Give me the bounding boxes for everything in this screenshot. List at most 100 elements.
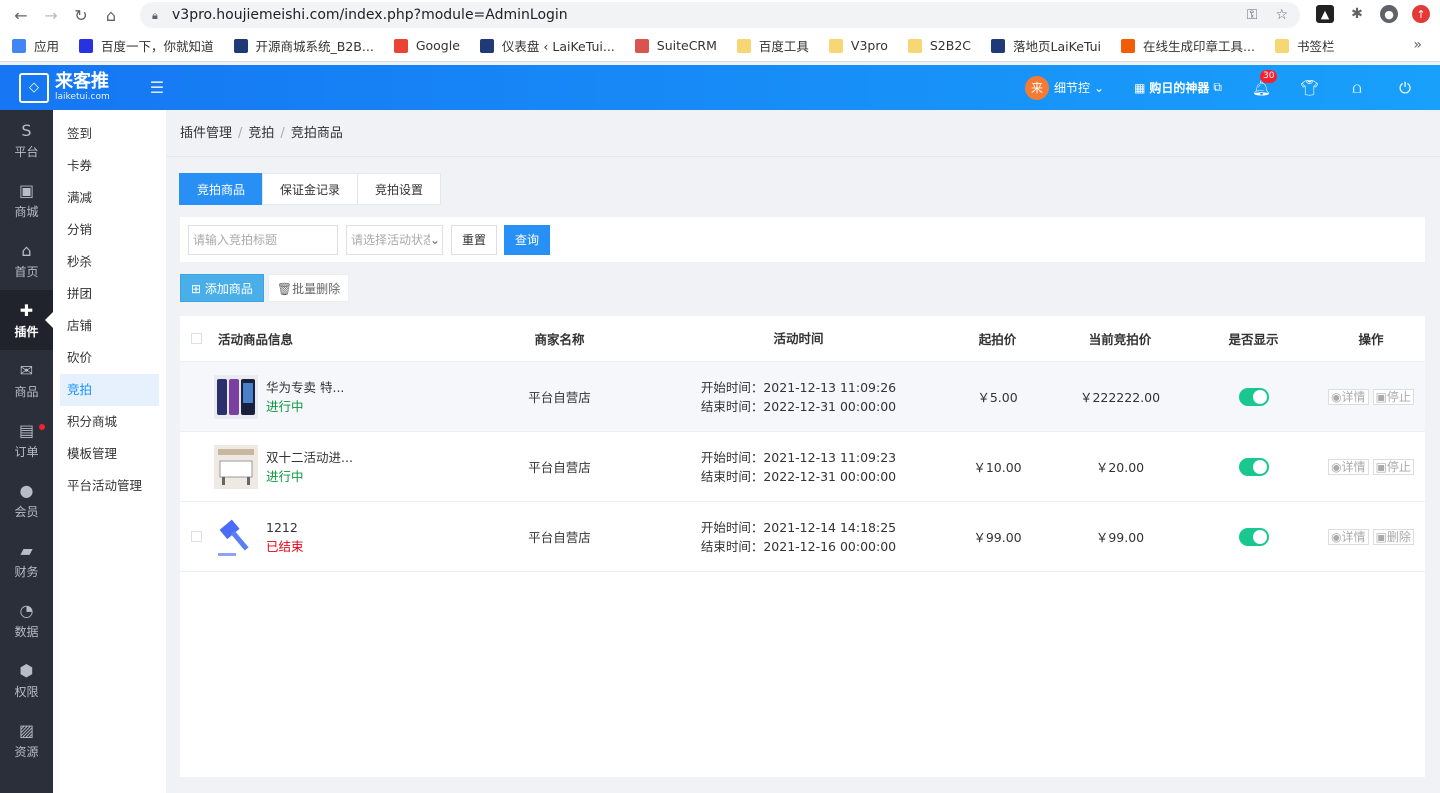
- bookmark-icon: [393, 38, 408, 53]
- tab-auction-settings[interactable]: 竞拍设置: [357, 173, 442, 205]
- profile-icon[interactable]: ●: [1380, 5, 1398, 23]
- sub-menu-item[interactable]: 积分商城: [60, 406, 159, 438]
- bookmark-item[interactable]: 在线生成印章工具...: [1121, 36, 1255, 55]
- bookmark-item[interactable]: Google: [393, 38, 460, 53]
- bookmark-item[interactable]: 仪表盘 ‹ LaiKeTui...: [479, 36, 615, 55]
- title-input[interactable]: 请输入竞拍标题: [188, 224, 338, 255]
- home-icon[interactable]: ⌂: [100, 4, 122, 26]
- bookmark-label: V3pro: [850, 38, 888, 53]
- select-all-checkbox[interactable]: [190, 333, 202, 344]
- shop-link[interactable]: ▦ 购日的神器 ⧉: [1134, 79, 1222, 96]
- puzzle-icon[interactable]: ✱: [1348, 5, 1366, 23]
- sub-menu-item[interactable]: 秒杀: [60, 246, 159, 278]
- batch-delete-button[interactable]: 🗑︎批量删除: [267, 274, 350, 302]
- bookmark-item[interactable]: V3pro: [828, 38, 888, 53]
- sub-menu-item[interactable]: 模板管理: [60, 438, 159, 470]
- breadcrumb-item[interactable]: 插件管理: [180, 126, 232, 141]
- detail-button[interactable]: ◉详情: [1328, 458, 1369, 475]
- goods-thumbnail: [214, 444, 258, 489]
- reset-button[interactable]: 重置: [451, 224, 498, 255]
- bookmark-item[interactable]: 应用: [12, 36, 59, 55]
- stop-button[interactable]: ▣停止: [1372, 388, 1414, 405]
- sub-menu-item[interactable]: 签到: [60, 118, 159, 150]
- back-icon[interactable]: ←: [10, 4, 32, 26]
- notification-dot: [39, 424, 45, 430]
- forward-icon[interactable]: →: [40, 4, 62, 26]
- show-toggle[interactable]: [1238, 527, 1269, 546]
- bookmark-item[interactable]: 百度一下，你就知道: [79, 36, 214, 55]
- detail-label: 详情: [1341, 529, 1366, 544]
- sub-menu-item[interactable]: 拼团: [60, 278, 159, 310]
- start-price: ￥99.00: [973, 530, 1022, 545]
- star-icon[interactable]: ☆: [1275, 7, 1288, 23]
- bookmark-item[interactable]: 落地页LaiKeTui: [991, 36, 1101, 55]
- trash-icon: ▣: [1375, 529, 1387, 544]
- sidebar-item[interactable]: ● 会员: [0, 470, 53, 530]
- sidebar-item[interactable]: ▨ 资源: [0, 710, 53, 770]
- sidebar-item-label: 首页: [14, 264, 39, 279]
- show-toggle[interactable]: [1238, 457, 1269, 476]
- reload-icon[interactable]: ↻: [70, 4, 92, 26]
- key-icon[interactable]: ⚿: [1247, 7, 1258, 23]
- logo-icon: ◇: [19, 72, 49, 103]
- delete-button[interactable]: ▣删除: [1372, 528, 1414, 545]
- current-price: ￥222222.00: [1079, 390, 1161, 405]
- tab-deposit-records[interactable]: 保证金记录: [262, 173, 359, 205]
- bookmark-item[interactable]: 百度工具: [736, 36, 809, 55]
- table-header: 活动商品信息 商家名称 活动时间 起拍价 当前竞拍价 是否显示 操作: [180, 316, 1425, 362]
- tab-auction-goods[interactable]: 竞拍商品: [179, 173, 264, 205]
- sidebar-item[interactable]: S 平台: [0, 110, 53, 170]
- goods-name: 1212: [266, 519, 298, 535]
- bell-icon[interactable]: 🔔︎ 30: [1252, 69, 1278, 97]
- breadcrumb-item[interactable]: 竞拍: [248, 126, 274, 141]
- bookmark-icon: [12, 38, 26, 53]
- detail-button[interactable]: ◉详情: [1328, 388, 1369, 405]
- extension-icon[interactable]: ▲: [1316, 5, 1334, 23]
- menu-toggle-icon[interactable]: ☰: [150, 78, 164, 97]
- eye-icon: ◉: [1331, 529, 1342, 544]
- cake-icon[interactable]: ⩍: [1348, 79, 1366, 97]
- sidebar-item[interactable]: ⌂ 首页: [0, 230, 53, 290]
- power-icon[interactable]: ⏻: [1396, 79, 1414, 97]
- address-bar[interactable]: 🔒︎ v3pro.houjiemeishi.com/index.php?modu…: [140, 2, 1300, 28]
- sub-menu-item[interactable]: 卡券: [60, 150, 159, 182]
- user-menu[interactable]: 来 细节控 ⌄: [1024, 75, 1104, 100]
- shirt-icon[interactable]: 👕︎: [1300, 79, 1319, 97]
- bookmark-item[interactable]: 书签栏: [1274, 36, 1334, 55]
- sidebar-item[interactable]: ▤ 订单: [0, 410, 53, 470]
- bookmark-label: 百度一下，你就知道: [101, 39, 214, 54]
- sub-menu-item[interactable]: 竞拍: [60, 374, 159, 406]
- sidebar-item[interactable]: ▣ 商城: [0, 170, 53, 230]
- bookmark-item[interactable]: 开源商城系统_B2B...: [233, 36, 374, 55]
- sub-menu-item[interactable]: 店铺: [60, 310, 159, 342]
- sidebar-item[interactable]: ✚ 插件: [0, 290, 53, 350]
- sidebar-icon: ▣: [18, 180, 35, 200]
- sidebar-item[interactable]: ◔ 数据: [0, 590, 53, 650]
- sidebar-item[interactable]: ▰ 财务: [0, 530, 53, 590]
- logo[interactable]: ◇ 来客推 laiketui.com: [19, 72, 110, 103]
- sidebar-icon: ▰: [20, 540, 33, 560]
- sub-menu-item[interactable]: 满减: [60, 182, 159, 214]
- sub-menu-item[interactable]: 平台活动管理: [60, 470, 159, 502]
- detail-button[interactable]: ◉详情: [1328, 528, 1369, 545]
- stop-button[interactable]: ▣停止: [1372, 458, 1414, 475]
- status-select[interactable]: 请选择活动状态 ⌄: [346, 224, 443, 255]
- sidebar-icon: ▨: [18, 720, 35, 740]
- table-row: 双十二活动进... 进行中 平台自营店 开始时间：2021-12-13 11:09:2…: [180, 432, 1425, 502]
- show-toggle[interactable]: [1238, 387, 1269, 406]
- update-icon[interactable]: ↑: [1412, 5, 1430, 23]
- plus-box-icon: ⊞: [191, 282, 202, 296]
- query-button[interactable]: 查询: [504, 224, 551, 255]
- bookmark-item[interactable]: SuiteCRM: [634, 38, 717, 53]
- bookmarks-more-icon[interactable]: »: [1413, 37, 1422, 53]
- breadcrumb: 插件管理 / 竞拍 / 竞拍商品: [166, 110, 1440, 157]
- sub-menu-item[interactable]: 砍价: [60, 342, 159, 374]
- goods-table: 活动商品信息 商家名称 活动时间 起拍价 当前竞拍价 是否显示 操作 华为专卖 …: [180, 316, 1425, 777]
- sub-menu-item[interactable]: 分销: [60, 214, 159, 246]
- bookmark-item[interactable]: S2B2C: [907, 38, 971, 53]
- sidebar-item[interactable]: ✉ 商品: [0, 350, 53, 410]
- sidebar-item[interactable]: ⬢ 权限: [0, 650, 53, 710]
- shop-name: 平台自营店: [528, 460, 591, 475]
- add-goods-button[interactable]: ⊞ 添加商品: [180, 274, 264, 302]
- row-checkbox[interactable]: [190, 531, 202, 542]
